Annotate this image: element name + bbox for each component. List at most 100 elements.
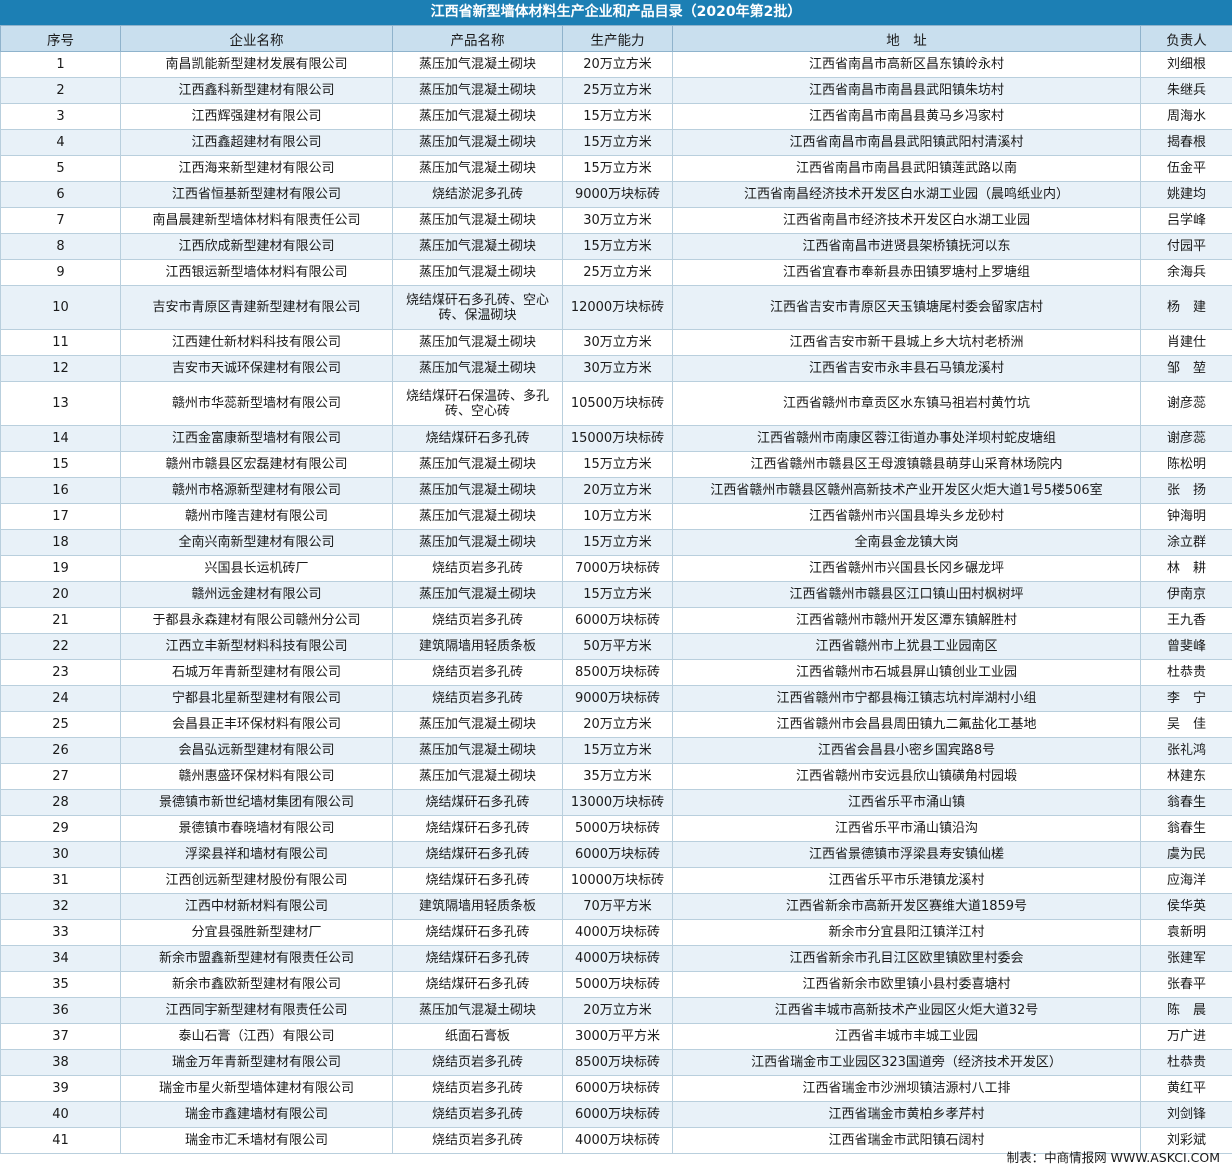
cell-index: 12 [0,355,121,382]
cell-manager: 张建军 [1140,945,1232,972]
cell-product: 烧结页岩多孔砖 [392,1049,563,1076]
cell-capacity: 35万立方米 [562,763,673,790]
cell-address: 江西省会昌县小密乡国宾路8号 [672,737,1141,764]
cell-company: 泰山石膏（江西）有限公司 [120,1023,393,1050]
cell-product: 烧结页岩多孔砖 [392,555,563,582]
table-row: 25 会昌县正丰环保材料有限公司 蒸压加气混凝土砌块 20万立方米 江西省赣州市会昌县周… [0,711,1232,738]
cell-capacity: 5000万块标砖 [562,971,673,998]
cell-company: 江西海来新型建材有限公司 [120,155,393,182]
cell-index: 40 [0,1101,121,1128]
cell-address: 江西省南昌市南昌县黄马乡冯家村 [672,103,1141,130]
cell-product: 烧结煤矸石多孔砖 [392,919,563,946]
table-row: 9 江西银运新型墙体材料有限公司 蒸压加气混凝土砌块 25万立方米 江西省宜春市奉新县赤… [0,259,1232,286]
cell-index: 7 [0,207,121,234]
cell-address: 江西省赣州市上犹县工业园南区 [672,633,1141,660]
cell-address: 江西省赣州市兴国县埠头乡龙砂村 [672,503,1141,530]
cell-product: 建筑隔墙用轻质条板 [392,633,563,660]
cell-company: 赣州惠盛环保材料有限公司 [120,763,393,790]
cell-company: 南昌晨建新型墙体材料有限责任公司 [120,207,393,234]
cell-address: 江西省赣州市石城县屏山镇创业工业园 [672,659,1141,686]
cell-capacity: 15000万块标砖 [562,425,673,452]
cell-address: 江西省瑞金市沙洲坝镇洁源村八工排 [672,1075,1141,1102]
cell-product: 蒸压加气混凝土砌块 [392,711,563,738]
cell-manager: 侯华英 [1140,893,1232,920]
cell-product: 烧结煤矸石多孔砖、空心砖、保温砌块 [392,285,563,330]
cell-index: 23 [0,659,121,686]
cell-index: 20 [0,581,121,608]
cell-address: 江西省宜春市奉新县赤田镇罗塘村上罗塘组 [672,259,1141,286]
table-row: 35 新余市鑫欧新型建材有限公司 烧结煤矸石多孔砖 5000万块标砖 江西省新余市欧里镇… [0,971,1232,998]
table-row: 8 江西欣成新型建材有限公司 蒸压加气混凝土砌块 15万立方米 江西省南昌市进贤县架桥镇… [0,233,1232,260]
cell-index: 28 [0,789,121,816]
cell-capacity: 20万立方米 [562,711,673,738]
cell-capacity: 15万立方米 [562,155,673,182]
cell-index: 34 [0,945,121,972]
table-row: 5 江西海来新型建材有限公司 蒸压加气混凝土砌块 15万立方米 江西省南昌市南昌县武阳镇… [0,155,1232,182]
cell-company: 瑞金市鑫建墙材有限公司 [120,1101,393,1128]
cell-company: 吉安市青原区青建新型建材有限公司 [120,285,393,330]
cell-capacity: 20万立方米 [562,51,673,78]
cell-manager: 李 宁 [1140,685,1232,712]
table-row: 20 赣州远金建材有限公司 蒸压加气混凝土砌块 15万立方米 江西省赣州市赣县区江口镇山… [0,581,1232,608]
cell-product: 烧结页岩多孔砖 [392,685,563,712]
cell-address: 江西省吉安市新干县城上乡大坑村老桥洲 [672,329,1141,356]
cell-product: 烧结煤矸石多孔砖 [392,867,563,894]
table-row: 6 江西省恒基新型建材有限公司 烧结淤泥多孔砖 9000万块标砖 江西省南昌经济技术开发… [0,181,1232,208]
cell-manager: 姚建均 [1140,181,1232,208]
cell-index: 19 [0,555,121,582]
header-row: 序号 企业名称 产品名称 生产能力 地 址 负责人 [0,25,1232,52]
cell-company: 于都县永森建材有限公司赣州分公司 [120,607,393,634]
cell-company: 江西同宇新型建材有限责任公司 [120,997,393,1024]
cell-manager: 邹 堃 [1140,355,1232,382]
cell-capacity: 6000万块标砖 [562,1075,673,1102]
cell-address: 江西省南昌市经济技术开发区白水湖工业园 [672,207,1141,234]
cell-company: 吉安市天诚环保建材有限公司 [120,355,393,382]
cell-product: 蒸压加气混凝土砌块 [392,763,563,790]
cell-address: 江西省赣州市赣县区王母渡镇赣县萌芽山采育林场院内 [672,451,1141,478]
cell-capacity: 6000万块标砖 [562,841,673,868]
cell-company: 会昌弘远新型建材有限公司 [120,737,393,764]
cell-product: 烧结煤矸石多孔砖 [392,789,563,816]
header-index: 序号 [0,25,121,52]
cell-index: 27 [0,763,121,790]
table-row: 32 江西中材新材料有限公司 建筑隔墙用轻质条板 70万平方米 江西省新余市高新开发区赛… [0,893,1232,920]
cell-company: 江西省恒基新型建材有限公司 [120,181,393,208]
cell-index: 3 [0,103,121,130]
cell-manager: 袁新明 [1140,919,1232,946]
cell-company: 江西中材新材料有限公司 [120,893,393,920]
cell-product: 蒸压加气混凝土砌块 [392,259,563,286]
cell-index: 18 [0,529,121,556]
cell-index: 32 [0,893,121,920]
table-body: 1 南昌凯能新型建材发展有限公司 蒸压加气混凝土砌块 20万立方米 江西省南昌市高新区昌… [0,51,1232,1154]
cell-address: 江西省赣州市兴国县长冈乡碾龙坪 [672,555,1141,582]
cell-manager: 吴 佳 [1140,711,1232,738]
cell-address: 江西省新余市孔目江区欧里镇欧里村委会 [672,945,1141,972]
cell-address: 江西省景德镇市浮梁县寿安镇仙槎 [672,841,1141,868]
directory-table: 序号 企业名称 产品名称 生产能力 地 址 负责人 1 南昌凯能新型建材发展有限公… [0,25,1232,1154]
cell-index: 36 [0,997,121,1024]
cell-product: 烧结页岩多孔砖 [392,1127,563,1154]
cell-manager: 朱继兵 [1140,77,1232,104]
cell-capacity: 15万立方米 [562,451,673,478]
cell-product: 烧结煤矸石多孔砖 [392,841,563,868]
cell-index: 4 [0,129,121,156]
cell-manager: 肖建仕 [1140,329,1232,356]
cell-manager: 杨 建 [1140,285,1232,330]
cell-company: 石城万年青新型建材有限公司 [120,659,393,686]
cell-address: 江西省赣州市赣县区江口镇山田村枫树坪 [672,581,1141,608]
cell-address: 江西省吉安市永丰县石马镇龙溪村 [672,355,1141,382]
table-title: 江西省新型墙体材料生产企业和产品目录（2020年第2批） [0,0,1232,25]
cell-company: 新余市盟鑫新型建材有限责任公司 [120,945,393,972]
cell-index: 21 [0,607,121,634]
cell-product: 蒸压加气混凝土砌块 [392,503,563,530]
table-row: 24 宁都县北星新型建材有限公司 烧结页岩多孔砖 9000万块标砖 江西省赣州市宁都县梅… [0,685,1232,712]
cell-product: 烧结煤矸石多孔砖 [392,945,563,972]
cell-product: 蒸压加气混凝土砌块 [392,451,563,478]
cell-capacity: 3000万平方米 [562,1023,673,1050]
table-row: 11 江西建仕新材料科技有限公司 蒸压加气混凝土砌块 30万立方米 江西省吉安市新干县城… [0,329,1232,356]
cell-index: 15 [0,451,121,478]
cell-product: 蒸压加气混凝土砌块 [392,103,563,130]
cell-manager: 应海洋 [1140,867,1232,894]
cell-capacity: 25万立方米 [562,259,673,286]
cell-company: 瑞金市汇禾墙材有限公司 [120,1127,393,1154]
